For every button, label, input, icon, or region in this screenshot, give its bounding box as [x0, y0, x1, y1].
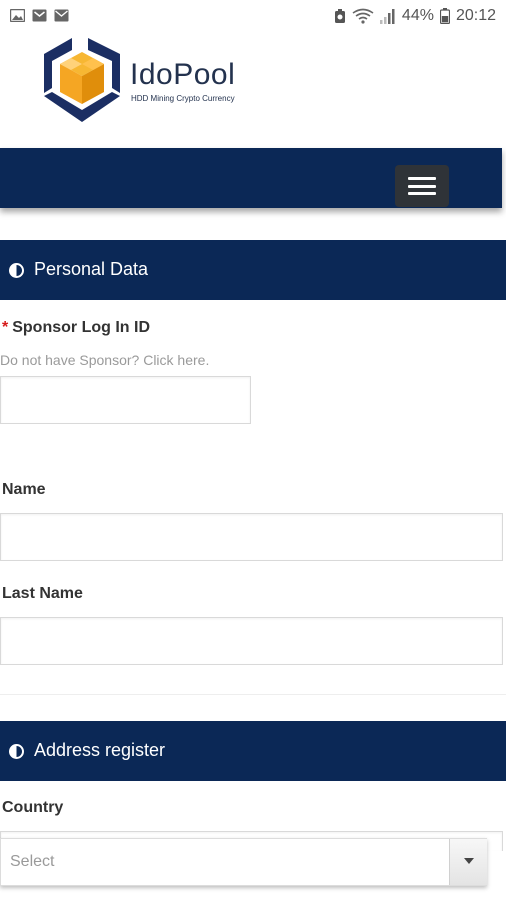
menu-bar-icon	[408, 192, 436, 195]
signal-icon	[379, 8, 395, 24]
half-circle-icon	[9, 744, 24, 759]
last-name-input[interactable]	[0, 617, 503, 665]
battery-percent: 44%	[401, 7, 434, 24]
menu-bar-icon	[408, 177, 436, 180]
menu-bar-icon	[408, 184, 436, 188]
country-select[interactable]: Select	[0, 838, 487, 886]
section-title: Address register	[34, 740, 166, 760]
gmail-notification-icon	[32, 9, 47, 22]
clock: 20:12	[455, 7, 496, 24]
wifi-icon	[352, 8, 374, 24]
no-sponsor-link[interactable]: Do not have Sponsor? Click here.	[0, 352, 209, 368]
required-mark: *	[2, 319, 9, 336]
sponsor-label: * Sponsor Log In ID	[2, 319, 150, 337]
name-label: Name	[2, 481, 46, 498]
personal-data-header: Personal Data	[0, 240, 506, 300]
hamburger-menu-button[interactable]	[395, 165, 449, 207]
sponsor-label-text: Sponsor Log In ID	[12, 319, 150, 336]
alarm-battery-icon	[334, 8, 345, 23]
status-bar: 44% 20:12	[0, 0, 506, 32]
email-notification-icon	[54, 9, 69, 22]
caret-down-icon	[464, 858, 474, 864]
section-title: Personal Data	[34, 259, 149, 279]
status-indicators: 44% 20:12	[334, 6, 496, 26]
sponsor-id-input[interactable]	[0, 376, 251, 424]
battery-icon	[439, 8, 450, 24]
address-register-header: Address register	[0, 721, 506, 781]
name-input[interactable]	[0, 513, 503, 561]
half-circle-icon	[9, 263, 24, 278]
country-select-value: Select	[10, 853, 55, 870]
last-name-label: Last Name	[2, 585, 83, 602]
select-dropdown-button[interactable]	[449, 839, 487, 885]
country-label: Country	[2, 799, 64, 816]
image-notification-icon	[10, 9, 25, 22]
brand-tagline: HDD Mining Crypto Currency	[131, 94, 235, 103]
divider	[0, 694, 506, 695]
brand-name: IdoPool	[130, 58, 236, 91]
